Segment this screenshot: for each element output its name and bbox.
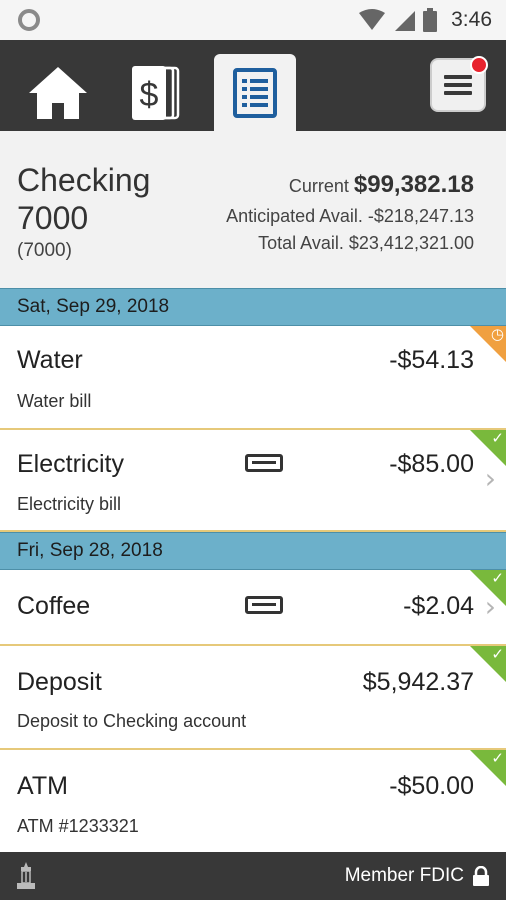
tab-home[interactable] [17, 54, 99, 131]
clock-icon: ◷ [490, 326, 504, 343]
transaction-description: Water bill [17, 391, 92, 411]
chevron-right-icon: › [484, 462, 496, 495]
transaction-name: Water [17, 346, 83, 374]
transaction-description: Deposit to Checking account [17, 711, 247, 731]
transaction-amount: -$2.04 [403, 592, 474, 620]
account-header: Checking 7000 (7000) Current $99,382.18 … [0, 131, 506, 288]
account-name: Checking 7000 [17, 162, 151, 236]
transaction-amount: -$85.00 [389, 450, 474, 478]
current-balance-amount: $99,382.18 [353, 171, 474, 198]
status-bar: 3:46 [0, 0, 506, 40]
transaction-row[interactable]: Water -$54.13 Water bill ◷ [0, 326, 506, 430]
total-balance: Total Avail. $23,412,321.00 [258, 233, 474, 254]
transaction-name: ATM [17, 772, 68, 800]
fdic-label: Member FDIC [344, 865, 464, 886]
checkmark-icon: ✓ [491, 646, 504, 663]
anticipated-balance-label: Anticipated Avail. [226, 206, 363, 226]
transaction-row[interactable]: ATM -$50.00 ATM #1233321 ✓ [0, 750, 506, 860]
card-icon [245, 454, 283, 472]
anticipated-balance: Anticipated Avail. -$218,247.13 [226, 206, 474, 227]
lock-icon [473, 866, 489, 886]
notification-dot-icon [18, 9, 40, 31]
current-balance: Current $99,382.18 [289, 171, 474, 199]
card-icon [245, 596, 283, 614]
checkmark-icon: ✓ [491, 750, 504, 767]
dollar-bills-icon: $ [132, 65, 180, 120]
tab-accounts[interactable]: $ [115, 54, 197, 131]
transaction-name: Coffee [17, 592, 91, 620]
status-time: 3:46 [451, 8, 492, 31]
menu-button[interactable] [430, 56, 488, 112]
transaction-description: Electricity bill [17, 494, 122, 514]
anticipated-balance-amount: -$218,247.13 [367, 206, 474, 226]
footer: Member FDIC [0, 852, 506, 900]
transaction-name: Electricity [17, 450, 124, 478]
transaction-row[interactable]: Coffee -$2.04 › ✓ [0, 570, 506, 646]
transaction-row[interactable]: Electricity -$85.00 Electricity bill › ✓ [0, 430, 506, 532]
bank-logo-icon [17, 862, 35, 889]
account-number: (7000) [17, 240, 72, 261]
total-balance-amount: $23,412,321.00 [348, 233, 474, 253]
current-balance-label: Current [288, 176, 349, 196]
notification-badge [470, 56, 488, 74]
tab-register[interactable] [214, 54, 296, 131]
transaction-name: Deposit [17, 668, 102, 696]
hamburger-menu-icon [444, 75, 472, 95]
register-icon [233, 67, 277, 118]
home-icon [29, 66, 87, 119]
wifi-icon [359, 9, 386, 30]
transaction-amount: -$54.13 [389, 346, 474, 374]
checkmark-icon: ✓ [491, 570, 504, 587]
top-nav: $ [0, 40, 506, 131]
battery-icon [423, 8, 438, 32]
date-header: Fri, Sep 28, 2018 [0, 532, 506, 570]
total-balance-label: Total Avail. [258, 233, 344, 253]
signal-icon [395, 11, 416, 31]
checkmark-icon: ✓ [491, 430, 504, 447]
transaction-amount: $5,942.37 [362, 668, 474, 696]
transaction-row[interactable]: Deposit $5,942.37 Deposit to Checking ac… [0, 646, 506, 750]
date-header: Sat, Sep 29, 2018 [0, 288, 506, 326]
svg-text:$: $ [140, 76, 159, 114]
transaction-amount: -$50.00 [389, 772, 474, 800]
transaction-description: ATM #1233321 [17, 816, 139, 836]
